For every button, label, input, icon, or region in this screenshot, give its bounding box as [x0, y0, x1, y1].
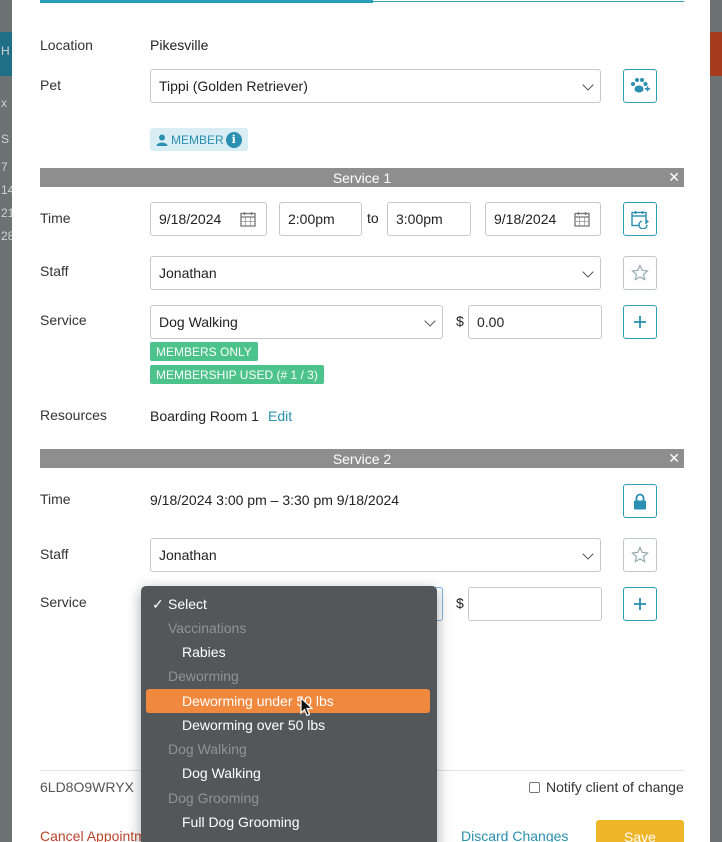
staff-select[interactable]: Jonathan — [150, 256, 601, 290]
time-label: Time — [40, 210, 71, 226]
dropdown-option-deworming-over-50[interactable]: Deworming over 50 lbs — [146, 713, 430, 737]
resources-value: Boarding Room 1 — [150, 408, 259, 424]
discard-changes-link[interactable]: Discard Changes — [461, 828, 568, 842]
currency-symbol: $ — [456, 313, 464, 329]
service-1-title: Service 1 — [332, 169, 392, 186]
chevron-down-icon — [582, 79, 594, 91]
dropdown-option-label: Select — [168, 596, 207, 612]
add-pet-button[interactable] — [623, 69, 657, 103]
dropdown-option-dog-walking[interactable]: Dog Walking — [146, 761, 430, 785]
location-label: Location — [40, 37, 93, 53]
members-only-badge: MEMBERS ONLY — [150, 342, 258, 361]
service-2-header: Service 2 ✕ — [40, 449, 684, 468]
pet-select-value: Tippi (Golden Retriever) — [159, 78, 308, 94]
calendar-icon — [574, 212, 590, 227]
cursor-icon — [300, 697, 314, 717]
dropdown-group-dog-walking: Dog Walking — [168, 741, 247, 757]
service-dropdown-menu[interactable]: ✓ Select Vaccinations Rabies Deworming D… — [141, 586, 437, 842]
dropdown-group-deworming: Deworming — [168, 668, 239, 684]
save-button[interactable]: Save — [596, 820, 684, 842]
time-label: Time — [40, 491, 71, 507]
notify-client-checkbox[interactable]: Notify client of change — [529, 779, 684, 795]
dropdown-option-select[interactable]: ✓ Select — [146, 592, 430, 616]
lock-time-button[interactable] — [623, 484, 657, 518]
notify-client-label: Notify client of change — [546, 779, 684, 795]
resources-label: Resources — [40, 407, 107, 423]
calendar-refresh-icon — [631, 211, 649, 229]
close-icon[interactable]: ✕ — [668, 169, 680, 186]
checkbox-box[interactable] — [529, 781, 540, 793]
chevron-down-icon — [582, 266, 594, 278]
dropdown-option-full-dog-grooming[interactable]: Full Dog Grooming — [146, 810, 430, 834]
currency-symbol: $ — [456, 595, 464, 611]
member-badge[interactable]: MEMBER i — [150, 128, 248, 151]
reschedule-button[interactable] — [623, 202, 657, 236]
background-char: H — [1, 44, 10, 58]
end-time-value: 3:00pm — [396, 211, 443, 227]
to-label: to — [367, 210, 379, 226]
background-header-stripe — [710, 32, 722, 76]
start-date-value: 9/18/2024 — [159, 211, 222, 227]
membership-used-badge: MEMBERSHIP USED (# 1 / 3) — [150, 365, 324, 384]
star-icon — [631, 546, 649, 563]
add-pet-icon — [631, 78, 650, 93]
close-icon[interactable]: ✕ — [668, 450, 680, 467]
favorite-staff-button[interactable] — [623, 256, 657, 290]
check-icon: ✓ — [152, 595, 164, 612]
appointment-code: 6LD8O9WRYX — [40, 779, 134, 795]
star-icon — [631, 264, 649, 281]
tab-active-indicator — [40, 0, 373, 3]
edit-resources-link[interactable]: Edit — [268, 408, 292, 424]
dropdown-option-deworming-under-50[interactable]: Deworming under 50 lbs — [146, 689, 430, 713]
plus-icon — [634, 598, 646, 610]
service-1-header: Service 1 ✕ — [40, 168, 684, 187]
service-label: Service — [40, 312, 87, 328]
staff-select-value: Jonathan — [159, 265, 217, 281]
location-value: Pikesville — [150, 37, 209, 53]
end-date-value: 9/18/2024 — [494, 211, 557, 227]
favorite-staff-button[interactable] — [623, 538, 657, 572]
price-value: 0.00 — [477, 314, 505, 330]
person-icon — [156, 134, 168, 146]
price-input[interactable]: 0.00 — [468, 305, 602, 339]
chevron-down-icon — [424, 315, 436, 327]
lock-icon — [634, 493, 646, 509]
background-left-edge: H x S 7 14 21 28 — [0, 0, 14, 842]
start-date-input[interactable]: 9/18/2024 — [150, 202, 267, 236]
background-char: x — [1, 96, 7, 110]
end-date-input[interactable]: 9/18/2024 — [485, 202, 601, 236]
service-select[interactable]: Dog Walking — [150, 305, 443, 339]
dropdown-group-vaccinations: Vaccinations — [168, 620, 247, 636]
add-service-button[interactable] — [623, 587, 657, 621]
staff-select-value: Jonathan — [159, 547, 217, 563]
start-time-input[interactable]: 2:00pm — [279, 202, 362, 236]
start-time-value: 2:00pm — [288, 211, 335, 227]
calendar-icon — [240, 212, 256, 227]
plus-icon — [634, 316, 646, 328]
staff-select[interactable]: Jonathan — [150, 538, 601, 572]
background-char: 7 — [1, 160, 8, 174]
member-badge-label: MEMBER — [171, 132, 224, 147]
dropdown-option-rabies[interactable]: Rabies — [146, 640, 430, 664]
chevron-down-icon — [582, 548, 594, 560]
add-service-button[interactable] — [623, 305, 657, 339]
tab-divider — [373, 1, 684, 2]
service-2-title: Service 2 — [332, 450, 392, 467]
staff-label: Staff — [40, 546, 69, 562]
staff-label: Staff — [40, 263, 69, 279]
price-input[interactable] — [468, 587, 602, 621]
info-icon[interactable]: i — [225, 131, 242, 148]
service-label: Service — [40, 594, 87, 610]
dropdown-group-dog-grooming: Dog Grooming — [168, 790, 260, 806]
end-time-input[interactable]: 3:00pm — [387, 202, 471, 236]
service-2-time-value: 9/18/2024 3:00 pm – 3:30 pm 9/18/2024 — [150, 492, 400, 508]
service-select-value: Dog Walking — [159, 314, 238, 330]
pet-select[interactable]: Tippi (Golden Retriever) — [150, 69, 601, 103]
background-right-edge — [710, 0, 722, 842]
modal-tab-bar[interactable] — [40, 0, 684, 3]
pet-label: Pet — [40, 77, 62, 93]
background-char: S — [1, 132, 10, 146]
